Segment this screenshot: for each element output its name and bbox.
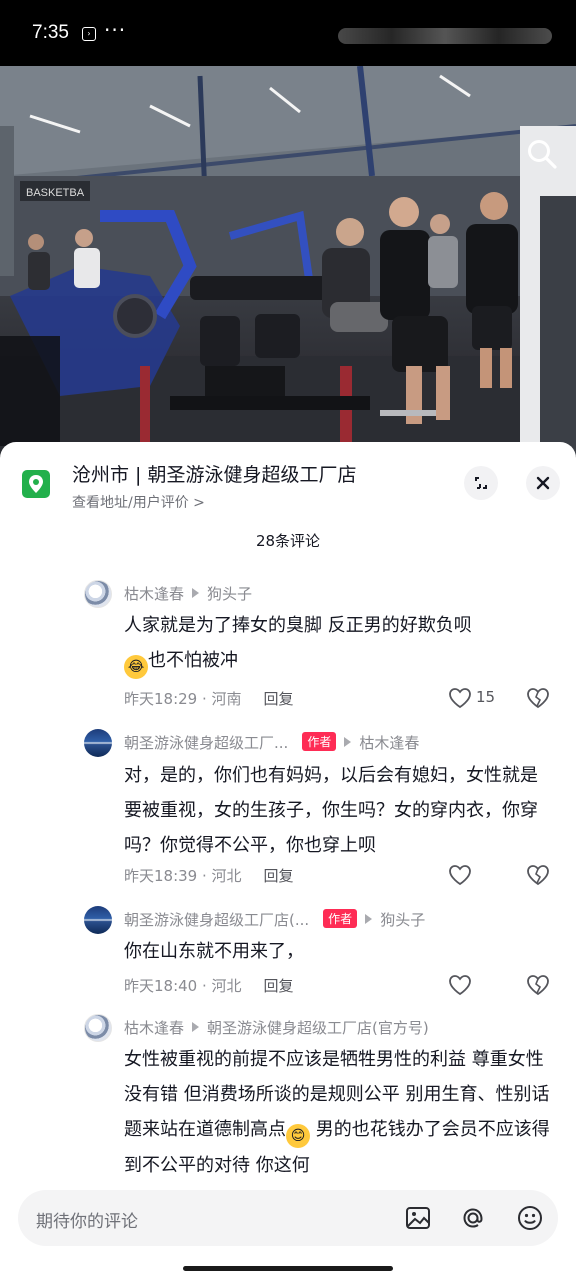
reply-arrow-icon bbox=[344, 737, 352, 747]
status-icons-blurred bbox=[338, 28, 552, 44]
like-button[interactable] bbox=[448, 972, 496, 998]
author-badge: 作者 bbox=[323, 909, 358, 928]
comment-author[interactable]: 枯木逢春 bbox=[124, 1019, 184, 1037]
search-icon[interactable] bbox=[524, 136, 560, 172]
comment-text-line: 人家就是为了捧女的臭脚 反正男的好欺负呗 bbox=[124, 615, 472, 636]
location-pin-icon bbox=[22, 470, 50, 498]
comment-footer: 昨天18:29 · 河南 回复 bbox=[124, 688, 294, 709]
avatar[interactable] bbox=[84, 1014, 112, 1042]
broken-heart-icon[interactable] bbox=[526, 974, 550, 998]
comment-meta: 枯木逢春 朝圣游泳健身超级工厂店(官方号) bbox=[124, 1017, 429, 1038]
emoji-icon[interactable] bbox=[516, 1204, 544, 1232]
reply-button[interactable]: 回复 bbox=[264, 867, 294, 885]
comment-text: 你在山东就不用来了， bbox=[124, 941, 304, 962]
status-time: 7:35 bbox=[32, 22, 69, 43]
comment-meta: 朝圣游泳健身超级工厂... 作者 枯木逢春 bbox=[124, 732, 419, 753]
reply-to-user[interactable]: 枯木逢春 bbox=[359, 734, 419, 752]
reply-button[interactable]: 回复 bbox=[264, 977, 294, 995]
avatar[interactable] bbox=[84, 729, 112, 757]
poi-title[interactable]: 沧州市 | 朝圣游泳健身超级工厂店 bbox=[72, 460, 356, 487]
comment-footer: 昨天18:39 · 河北 回复 bbox=[124, 865, 294, 886]
comment-time: 昨天18:29 · 河南 bbox=[124, 690, 242, 708]
home-indicator[interactable] bbox=[183, 1266, 393, 1271]
heart-icon bbox=[449, 865, 471, 886]
broken-heart-icon[interactable] bbox=[526, 864, 550, 888]
comment-author[interactable]: 朝圣游泳健身超级工厂... bbox=[124, 734, 288, 752]
comment-text: 人家就是为了捧女的臭脚 反正男的好欺负呗 😂 也不怕被冲 bbox=[124, 608, 554, 679]
comment-time: 昨天18:40 · 河北 bbox=[124, 977, 242, 995]
comment-meta: 朝圣游泳健身超级工厂店(... 作者 狗头子 bbox=[124, 909, 425, 930]
heart-icon bbox=[449, 975, 471, 996]
image-icon[interactable] bbox=[404, 1204, 432, 1232]
like-button[interactable]: 15 bbox=[448, 685, 496, 711]
broken-heart-icon[interactable] bbox=[526, 687, 550, 711]
like-count: 15 bbox=[476, 688, 496, 706]
reply-arrow-icon bbox=[192, 1022, 200, 1032]
comment-author[interactable]: 枯木逢春 bbox=[124, 585, 184, 603]
author-badge: 作者 bbox=[302, 732, 337, 751]
close-icon[interactable] bbox=[526, 466, 560, 500]
like-button[interactable] bbox=[448, 862, 496, 888]
comment-text: 对，是的，你们也有妈妈，以后会有媳妇，女性就是要被重视，女的生孩子，你生吗？女的… bbox=[124, 765, 538, 856]
comment-text: 女性被重视的前提不应该是牺牲男性的利益 尊重女性没有错 但消费场所谈的是规则公平… bbox=[124, 1042, 552, 1182]
expand-icon[interactable] bbox=[464, 466, 498, 500]
reply-button[interactable]: 回复 bbox=[264, 690, 294, 708]
smile-emoji-icon: 😊 bbox=[286, 1124, 310, 1148]
at-icon[interactable] bbox=[459, 1204, 487, 1232]
more-notifications-icon: ··· bbox=[104, 18, 127, 42]
comment-time: 昨天18:39 · 河北 bbox=[124, 867, 242, 885]
comment-text-line: 😂 也不怕被冲 bbox=[124, 643, 554, 679]
reply-to-user[interactable]: 狗头子 bbox=[207, 585, 252, 603]
reply-arrow-icon bbox=[365, 914, 373, 924]
reply-arrow-icon bbox=[192, 588, 200, 598]
gym-scene: BASKETBA bbox=[0, 66, 576, 456]
laughing-emoji-icon: 😂 bbox=[124, 655, 148, 679]
comment-author[interactable]: 朝圣游泳健身超级工厂店(... bbox=[124, 911, 309, 929]
status-bar: 7:35 › ··· bbox=[0, 0, 576, 66]
video-photo[interactable]: BASKETBA bbox=[0, 66, 576, 456]
comment-meta: 枯木逢春 狗头子 bbox=[124, 583, 252, 604]
svg-text:BASKETBA: BASKETBA bbox=[26, 187, 85, 199]
avatar[interactable] bbox=[84, 906, 112, 934]
reply-to-user[interactable]: 狗头子 bbox=[380, 911, 425, 929]
notification-app-icon: › bbox=[82, 27, 96, 41]
comment-count: 28条评论 bbox=[255, 532, 321, 550]
reply-to-user[interactable]: 朝圣游泳健身超级工厂店(官方号) bbox=[207, 1019, 429, 1037]
poi-subtitle-link[interactable]: 查看地址/用户评价 > bbox=[72, 492, 205, 512]
comment-input-placeholder: 期待你的评论 bbox=[36, 1212, 138, 1232]
comment-input[interactable]: 期待你的评论 bbox=[18, 1190, 558, 1246]
comment-footer: 昨天18:40 · 河北 回复 bbox=[124, 975, 294, 996]
avatar[interactable] bbox=[84, 580, 112, 608]
comment-text-rest: 也不怕被冲 bbox=[148, 650, 238, 671]
comment-sheet: 沧州市 | 朝圣游泳健身超级工厂店 查看地址/用户评价 > 28条评论 枯木逢春… bbox=[0, 442, 576, 1280]
heart-icon bbox=[449, 688, 471, 709]
